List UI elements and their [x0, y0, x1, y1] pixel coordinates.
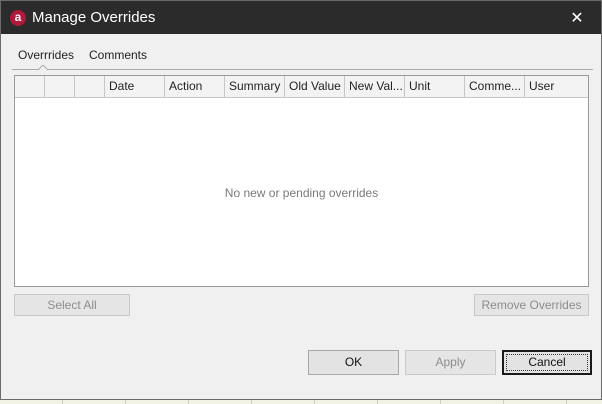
- column-header-user[interactable]: User: [525, 76, 588, 97]
- app-logo-icon: a: [10, 10, 26, 26]
- tab-comments[interactable]: Comments: [89, 45, 153, 67]
- overrides-grid[interactable]: Date Action Summary Old Value New Val...…: [14, 75, 589, 287]
- background-strip-bottom: [0, 400, 602, 404]
- column-header-old-value[interactable]: Old Value: [285, 76, 345, 97]
- column-header-comments[interactable]: Comme...: [465, 76, 525, 97]
- cancel-button[interactable]: Cancel: [502, 350, 592, 375]
- column-header-flag[interactable]: [45, 76, 75, 97]
- remove-overrides-button[interactable]: Remove Overrides: [474, 294, 589, 316]
- empty-grid-message: No new or pending overrides: [224, 186, 379, 200]
- window-title: Manage Overrides: [32, 9, 156, 26]
- title-bar[interactable]: a Manage Overrides ✕: [1, 1, 601, 34]
- column-header-select[interactable]: [15, 76, 45, 97]
- column-header-action[interactable]: Action: [165, 76, 225, 97]
- focus-ring: [506, 354, 588, 371]
- select-all-button[interactable]: Select All: [14, 294, 130, 316]
- close-icon: ✕: [570, 8, 584, 27]
- ok-button[interactable]: OK: [308, 350, 399, 375]
- column-header-status[interactable]: [75, 76, 105, 97]
- column-header-date[interactable]: Date: [105, 76, 165, 97]
- column-header-new-value[interactable]: New Val...: [345, 76, 405, 97]
- tab-divider: [12, 69, 593, 70]
- tab-active-indicator: [38, 65, 48, 71]
- column-header-unit[interactable]: Unit: [405, 76, 465, 97]
- apply-button[interactable]: Apply: [405, 350, 496, 375]
- tab-overrides[interactable]: Overrrides: [18, 45, 74, 67]
- column-header-summary[interactable]: Summary: [225, 76, 285, 97]
- manage-overrides-dialog: a Manage Overrides ✕ Overrrides Comments…: [0, 0, 602, 400]
- close-button[interactable]: ✕: [562, 5, 592, 31]
- grid-header: Date Action Summary Old Value New Val...…: [15, 76, 588, 98]
